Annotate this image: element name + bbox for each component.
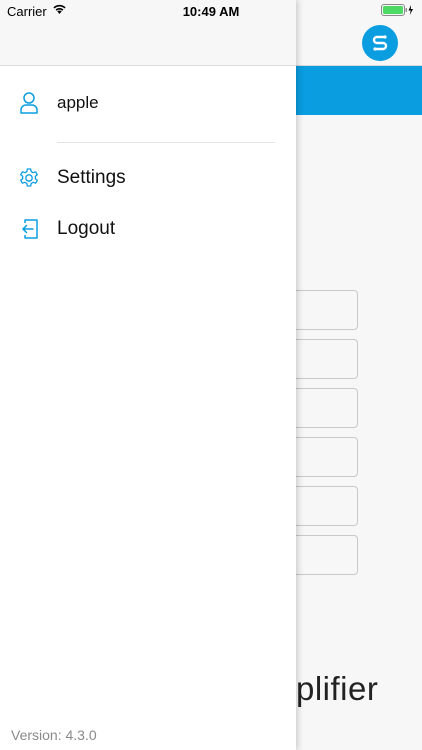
- app-version-label: Version: 4.3.0: [11, 727, 97, 743]
- drawer-item-logout[interactable]: Logout: [0, 207, 296, 251]
- status-bar: Carrier 10:49 AM: [0, 0, 422, 22]
- drawer-item-logout-label: Logout: [57, 218, 116, 239]
- battery-icon: [381, 4, 415, 16]
- side-drawer: apple Settings Logout Version: 4.3.0: [0, 0, 296, 750]
- drawer-divider: [57, 142, 275, 143]
- app-screen: plifier apple Settings Logout Version: 4…: [0, 0, 422, 750]
- drawer-user-name: apple: [57, 93, 99, 112]
- drawer-user-item[interactable]: apple: [0, 81, 296, 125]
- app-logo-icon[interactable]: [362, 25, 398, 61]
- status-time: 10:49 AM: [182, 4, 240, 19]
- gear-icon: [17, 166, 41, 190]
- drawer-item-settings-label: Settings: [57, 167, 126, 188]
- logout-icon: [17, 217, 41, 241]
- user-icon: [17, 91, 41, 115]
- background-brand-text: plifier: [296, 670, 379, 707]
- drawer-item-settings[interactable]: Settings: [0, 156, 296, 200]
